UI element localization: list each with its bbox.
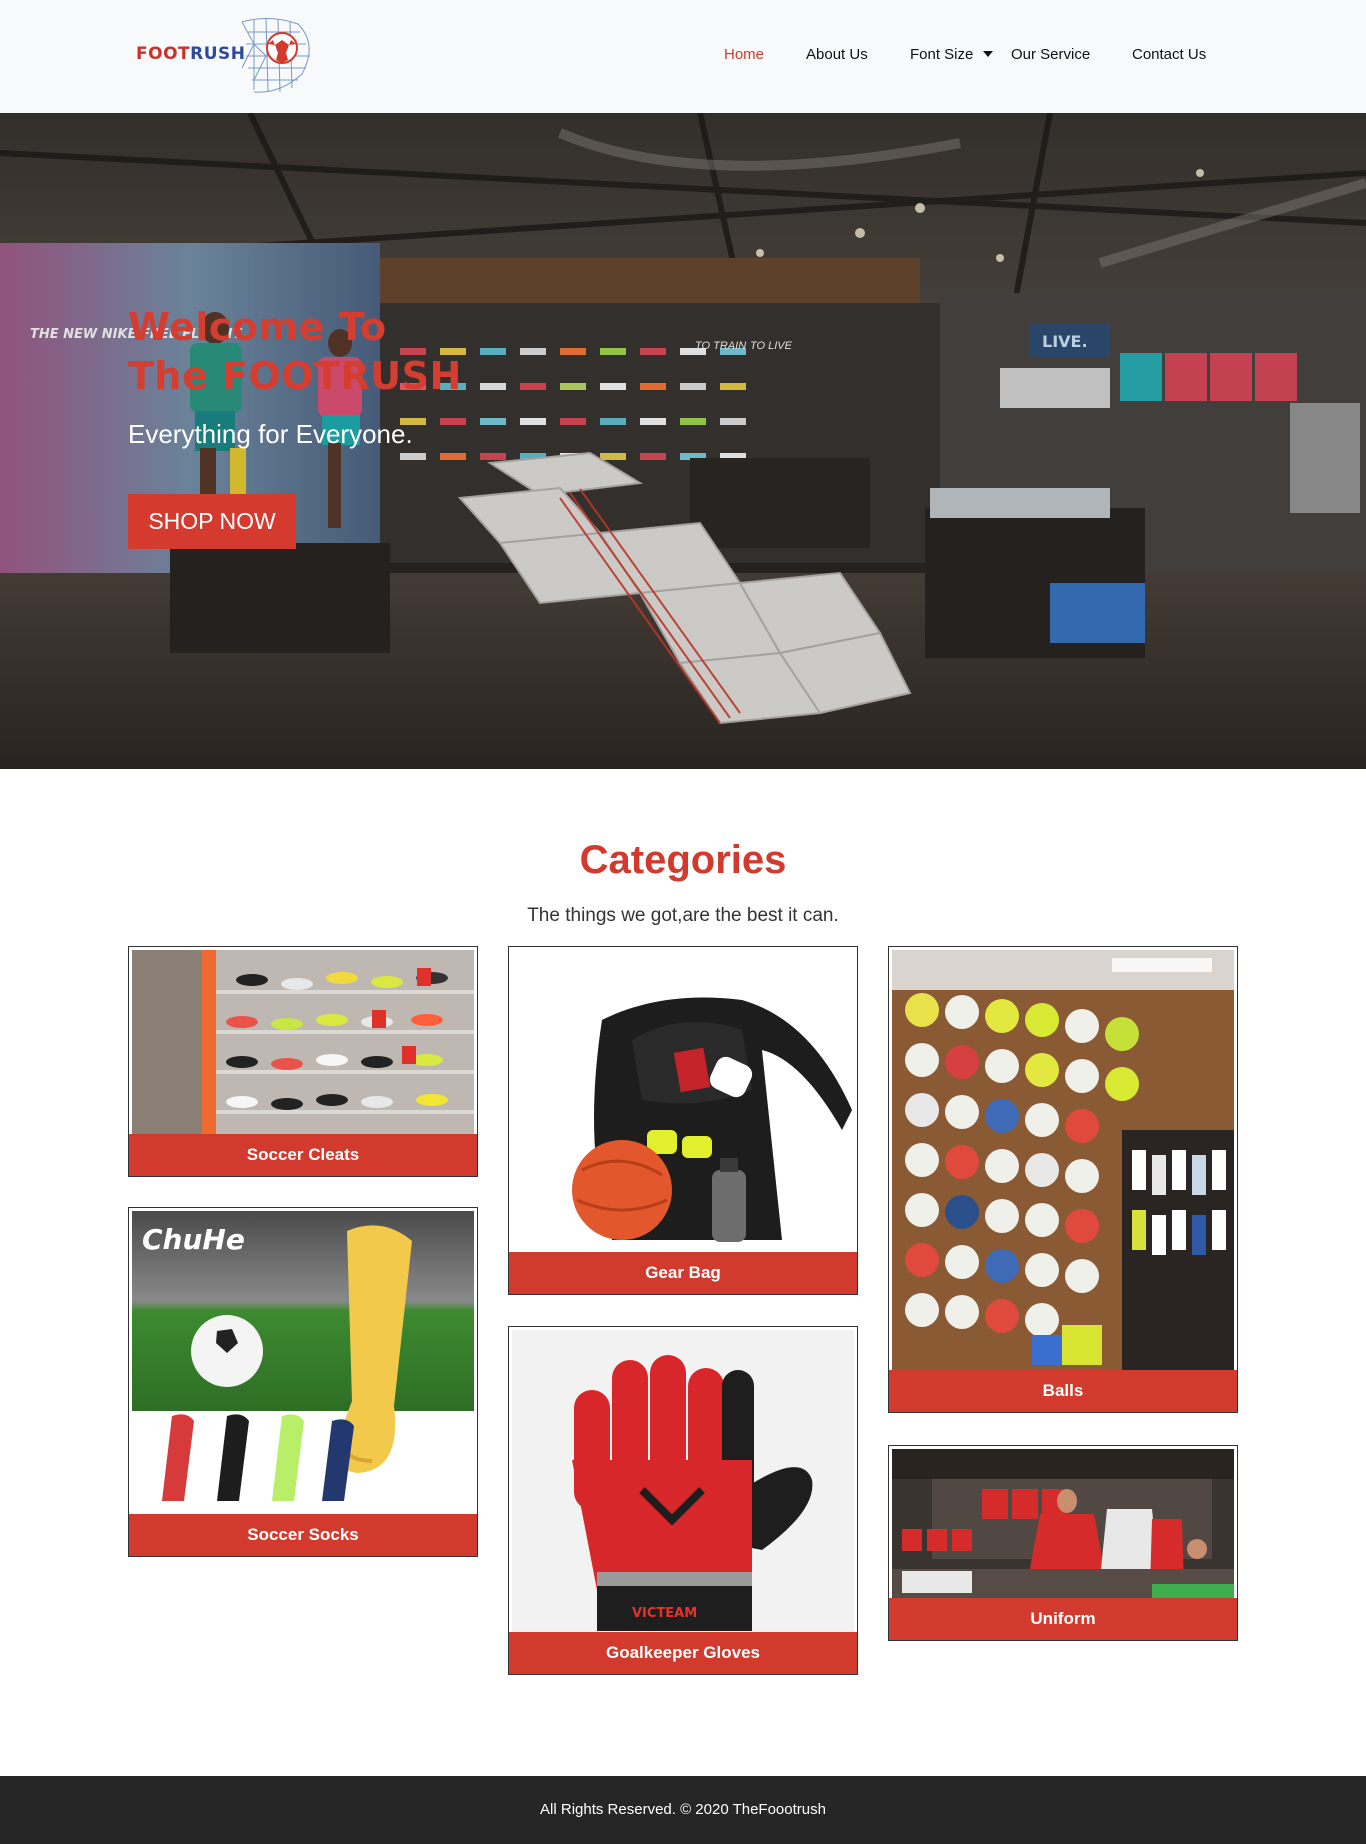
category-card-uniform[interactable]: Uniform bbox=[888, 1445, 1238, 1641]
soccer-socks-label: Soccer Socks bbox=[129, 1514, 477, 1556]
soccer-socks-image: ChuHe bbox=[132, 1211, 474, 1515]
nav-home-link[interactable]: Home bbox=[724, 46, 764, 63]
copyright-text: All Rights Reserved. © 2020 TheFoootrush bbox=[540, 1801, 826, 1818]
brand-logo[interactable]: FOOTRUSH bbox=[136, 14, 320, 96]
category-card-balls[interactable]: Balls bbox=[888, 946, 1238, 1413]
gear-bag-image bbox=[512, 950, 854, 1253]
caret-down-icon bbox=[983, 51, 994, 57]
category-card-soccer-socks[interactable]: ChuHe Soccer Socks bbox=[128, 1207, 478, 1557]
hero-heading-line1: Welcome To bbox=[128, 305, 387, 349]
goalkeeper-gloves-image: VICTEAM bbox=[512, 1330, 854, 1633]
category-card-goalkeeper-gloves[interactable]: VICTEAM Goalkeeper Gloves bbox=[508, 1326, 858, 1675]
uniform-image bbox=[892, 1449, 1234, 1599]
nav-about-link[interactable]: About Us bbox=[806, 46, 868, 63]
hero-subtitle: Everything for Everyone. bbox=[128, 419, 413, 449]
nav-font-size-label: Font Size bbox=[910, 46, 974, 63]
socks-brand-text: ChuHe bbox=[142, 1223, 245, 1256]
logo-text: FOOTRUSH bbox=[136, 44, 246, 64]
hero-heading-line2: The FOOTRUSH bbox=[128, 354, 462, 398]
gloves-brand-text: VICTEAM bbox=[632, 1606, 697, 1621]
footer: All Rights Reserved. © 2020 TheFoootrush bbox=[0, 1776, 1366, 1844]
soccer-net-ball-icon bbox=[241, 17, 310, 93]
goalkeeper-gloves-label: Goalkeeper Gloves bbox=[509, 1632, 857, 1674]
hero-banner: TO TRAIN TO LIVE THE NEW NIKE FREE FLYKN… bbox=[0, 113, 1366, 769]
shop-now-button[interactable]: SHOP NOW bbox=[128, 494, 296, 549]
soccer-cleats-image bbox=[132, 950, 474, 1135]
navbar: FOOTRUSH Home About Us Font Size Our Ser… bbox=[0, 0, 1366, 113]
soccer-cleats-label: Soccer Cleats bbox=[129, 1134, 477, 1176]
category-card-gear-bag[interactable]: Gear Bag bbox=[508, 946, 858, 1295]
uniform-label: Uniform bbox=[889, 1598, 1237, 1640]
nav-contact-link[interactable]: Contact Us bbox=[1132, 46, 1206, 63]
categories-subtitle: The things we got,are the best it can. bbox=[527, 905, 839, 926]
category-card-soccer-cleats[interactable]: Soccer Cleats bbox=[128, 946, 478, 1177]
nav-font-size-dropdown[interactable]: Font Size bbox=[910, 46, 994, 63]
gear-bag-label: Gear Bag bbox=[509, 1252, 857, 1294]
nav-service-link[interactable]: Our Service bbox=[1011, 46, 1090, 63]
balls-image bbox=[892, 950, 1234, 1371]
hero-heading: Welcome To The FOOTRUSH bbox=[128, 303, 462, 401]
categories-heading: Categories bbox=[579, 838, 787, 882]
balls-label: Balls bbox=[889, 1370, 1237, 1412]
